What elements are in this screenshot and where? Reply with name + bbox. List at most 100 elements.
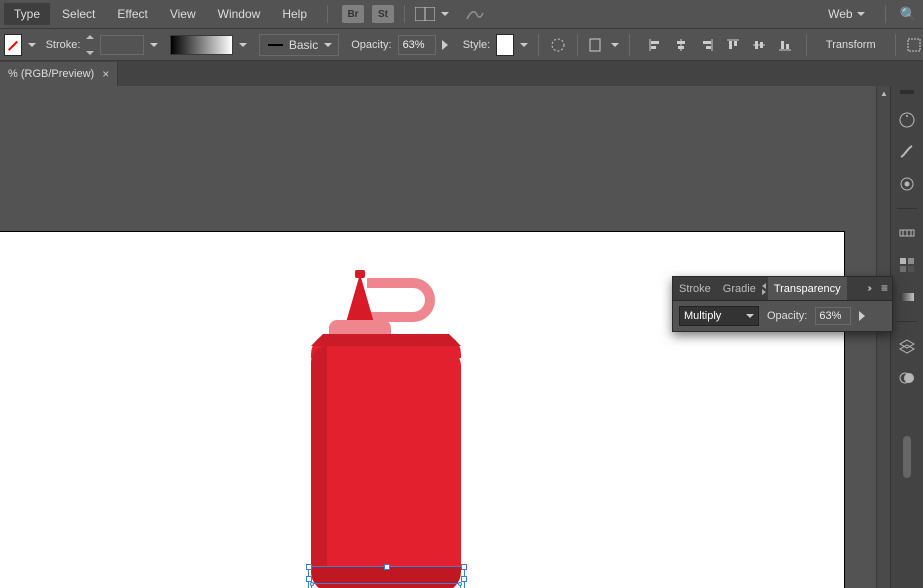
panel-opacity-label: Opacity: [767,310,807,322]
bottle-left-shade [311,346,327,586]
panel-tab-transparency[interactable]: Transparency [768,277,847,300]
transparency-panel-icon[interactable] [897,368,917,388]
fill-swatch[interactable] [4,34,22,56]
align-left-icon[interactable] [644,34,666,56]
document-tabstrip: % (RGB/Preview) × [0,61,923,86]
style-swatch[interactable] [496,34,514,56]
align-top-icon[interactable] [722,34,744,56]
symbols-panel-icon[interactable] [897,174,917,194]
vertical-scrollbar[interactable]: ▲ [876,86,890,588]
stroke-profile-swatch[interactable] [170,35,233,55]
panel-tabstrip: Stroke Gradie Transparency ›› ≡ [673,277,892,301]
align-group [644,34,796,56]
cycle-panel-icon[interactable] [762,283,766,295]
control-separator [538,34,539,56]
panel-menu-icon[interactable]: ≡ [881,281,888,295]
work-area: ▲ [0,86,890,588]
document-tab[interactable]: % (RGB/Preview) × [0,62,118,86]
menu-type[interactable]: Type [4,3,50,25]
menu-separator [885,5,886,23]
panel-opacity-popup-icon[interactable] [859,311,869,321]
menu-help[interactable]: Help [272,3,317,25]
brush-preview [268,44,283,46]
menu-window[interactable]: Window [208,3,271,25]
align-vcenter-icon[interactable] [748,34,770,56]
menu-bar: Type Select Effect View Window Help Br S… [0,0,923,28]
transparency-panel[interactable]: Stroke Gradie Transparency ›› ≡ Multiply… [672,276,893,332]
control-separator [806,34,807,56]
menu-separator [404,5,405,23]
menu-select[interactable]: Select [52,3,105,25]
workspace-label: Web [828,7,852,21]
blend-mode-value: Multiply [684,310,721,322]
dock-grip[interactable] [900,90,914,94]
brush-panel-icon[interactable] [897,142,917,162]
chevron-down-icon[interactable] [239,43,247,47]
menu-separator [327,5,328,23]
menu-view[interactable]: View [160,3,206,25]
selection-handle-ne[interactable] [461,564,467,570]
stroke-weight-field[interactable] [100,35,144,55]
chevron-down-icon[interactable] [520,43,528,47]
dock-collapse-pill[interactable] [903,436,911,478]
layers-panel-icon[interactable] [897,336,917,356]
bottle-body [311,346,461,586]
control-separator [629,34,630,56]
scroll-up-icon[interactable]: ▲ [877,86,890,100]
opacity-label: Opacity: [351,39,391,51]
collapse-panel-icon[interactable]: ›› [867,283,870,294]
isolate-icon[interactable] [905,34,923,56]
close-icon[interactable]: × [102,67,109,81]
panel-opacity-field[interactable] [815,307,851,325]
chevron-down-icon [746,314,754,318]
panel-tab-stroke[interactable]: Stroke [673,277,717,300]
control-bar: Stroke: Basic Opacity: Style: Transform [0,28,923,61]
control-separator [577,34,578,56]
search-icon[interactable]: 🔍 [900,6,917,23]
align-bottom-icon[interactable] [774,34,796,56]
brush-label: Basic [289,38,318,52]
chevron-down-icon[interactable] [150,43,158,47]
panel-body: Multiply Opacity: [673,301,892,331]
gradient-panel-icon[interactable] [897,287,917,307]
style-label: Style: [463,39,491,51]
stroke-weight-spinner[interactable] [86,35,94,55]
dock-separator [897,208,917,209]
align-right-icon[interactable] [696,34,718,56]
bottle-handle [367,278,435,322]
chevron-down-icon [857,12,865,16]
workspace-switcher[interactable]: Web [822,5,870,23]
dock-separator [897,321,917,322]
document-tab-title: % (RGB/Preview) [8,68,94,80]
doc-setup-icon[interactable] [587,34,605,56]
gpu-icon[interactable] [465,7,485,21]
selection-handle-nw[interactable] [306,564,312,570]
chevron-down-icon[interactable] [441,12,449,16]
align-hcenter-icon[interactable] [670,34,692,56]
bottle-cap-tip [355,270,365,278]
swatches-panel-icon[interactable] [897,255,917,275]
recolor-icon[interactable] [549,34,567,56]
opacity-popup-icon[interactable] [442,40,451,50]
stock-icon[interactable]: St [372,5,394,23]
selection-handle-e[interactable] [461,576,467,582]
opacity-field[interactable] [398,35,436,55]
anchor-point[interactable] [310,582,314,586]
bottle-top-shade [311,334,461,346]
stroke-panel-icon[interactable] [897,223,917,243]
blend-mode-select[interactable]: Multiply [679,306,759,326]
transform-button[interactable]: Transform [817,35,885,55]
arrange-docs-icon[interactable] [415,7,435,21]
brush-definition-dropdown[interactable]: Basic [259,34,339,56]
right-dock [890,86,923,588]
chevron-down-icon[interactable] [28,43,36,47]
chevron-down-icon[interactable] [611,43,619,47]
panel-tab-gradient[interactable]: Gradie [717,277,762,300]
bridge-icon[interactable]: Br [342,5,364,23]
color-panel-icon[interactable] [897,110,917,130]
control-separator [895,34,896,56]
menu-effect[interactable]: Effect [107,3,157,25]
anchor-point[interactable] [458,582,462,586]
selection-handle-n[interactable] [384,564,390,570]
stroke-label: Stroke: [46,39,81,51]
